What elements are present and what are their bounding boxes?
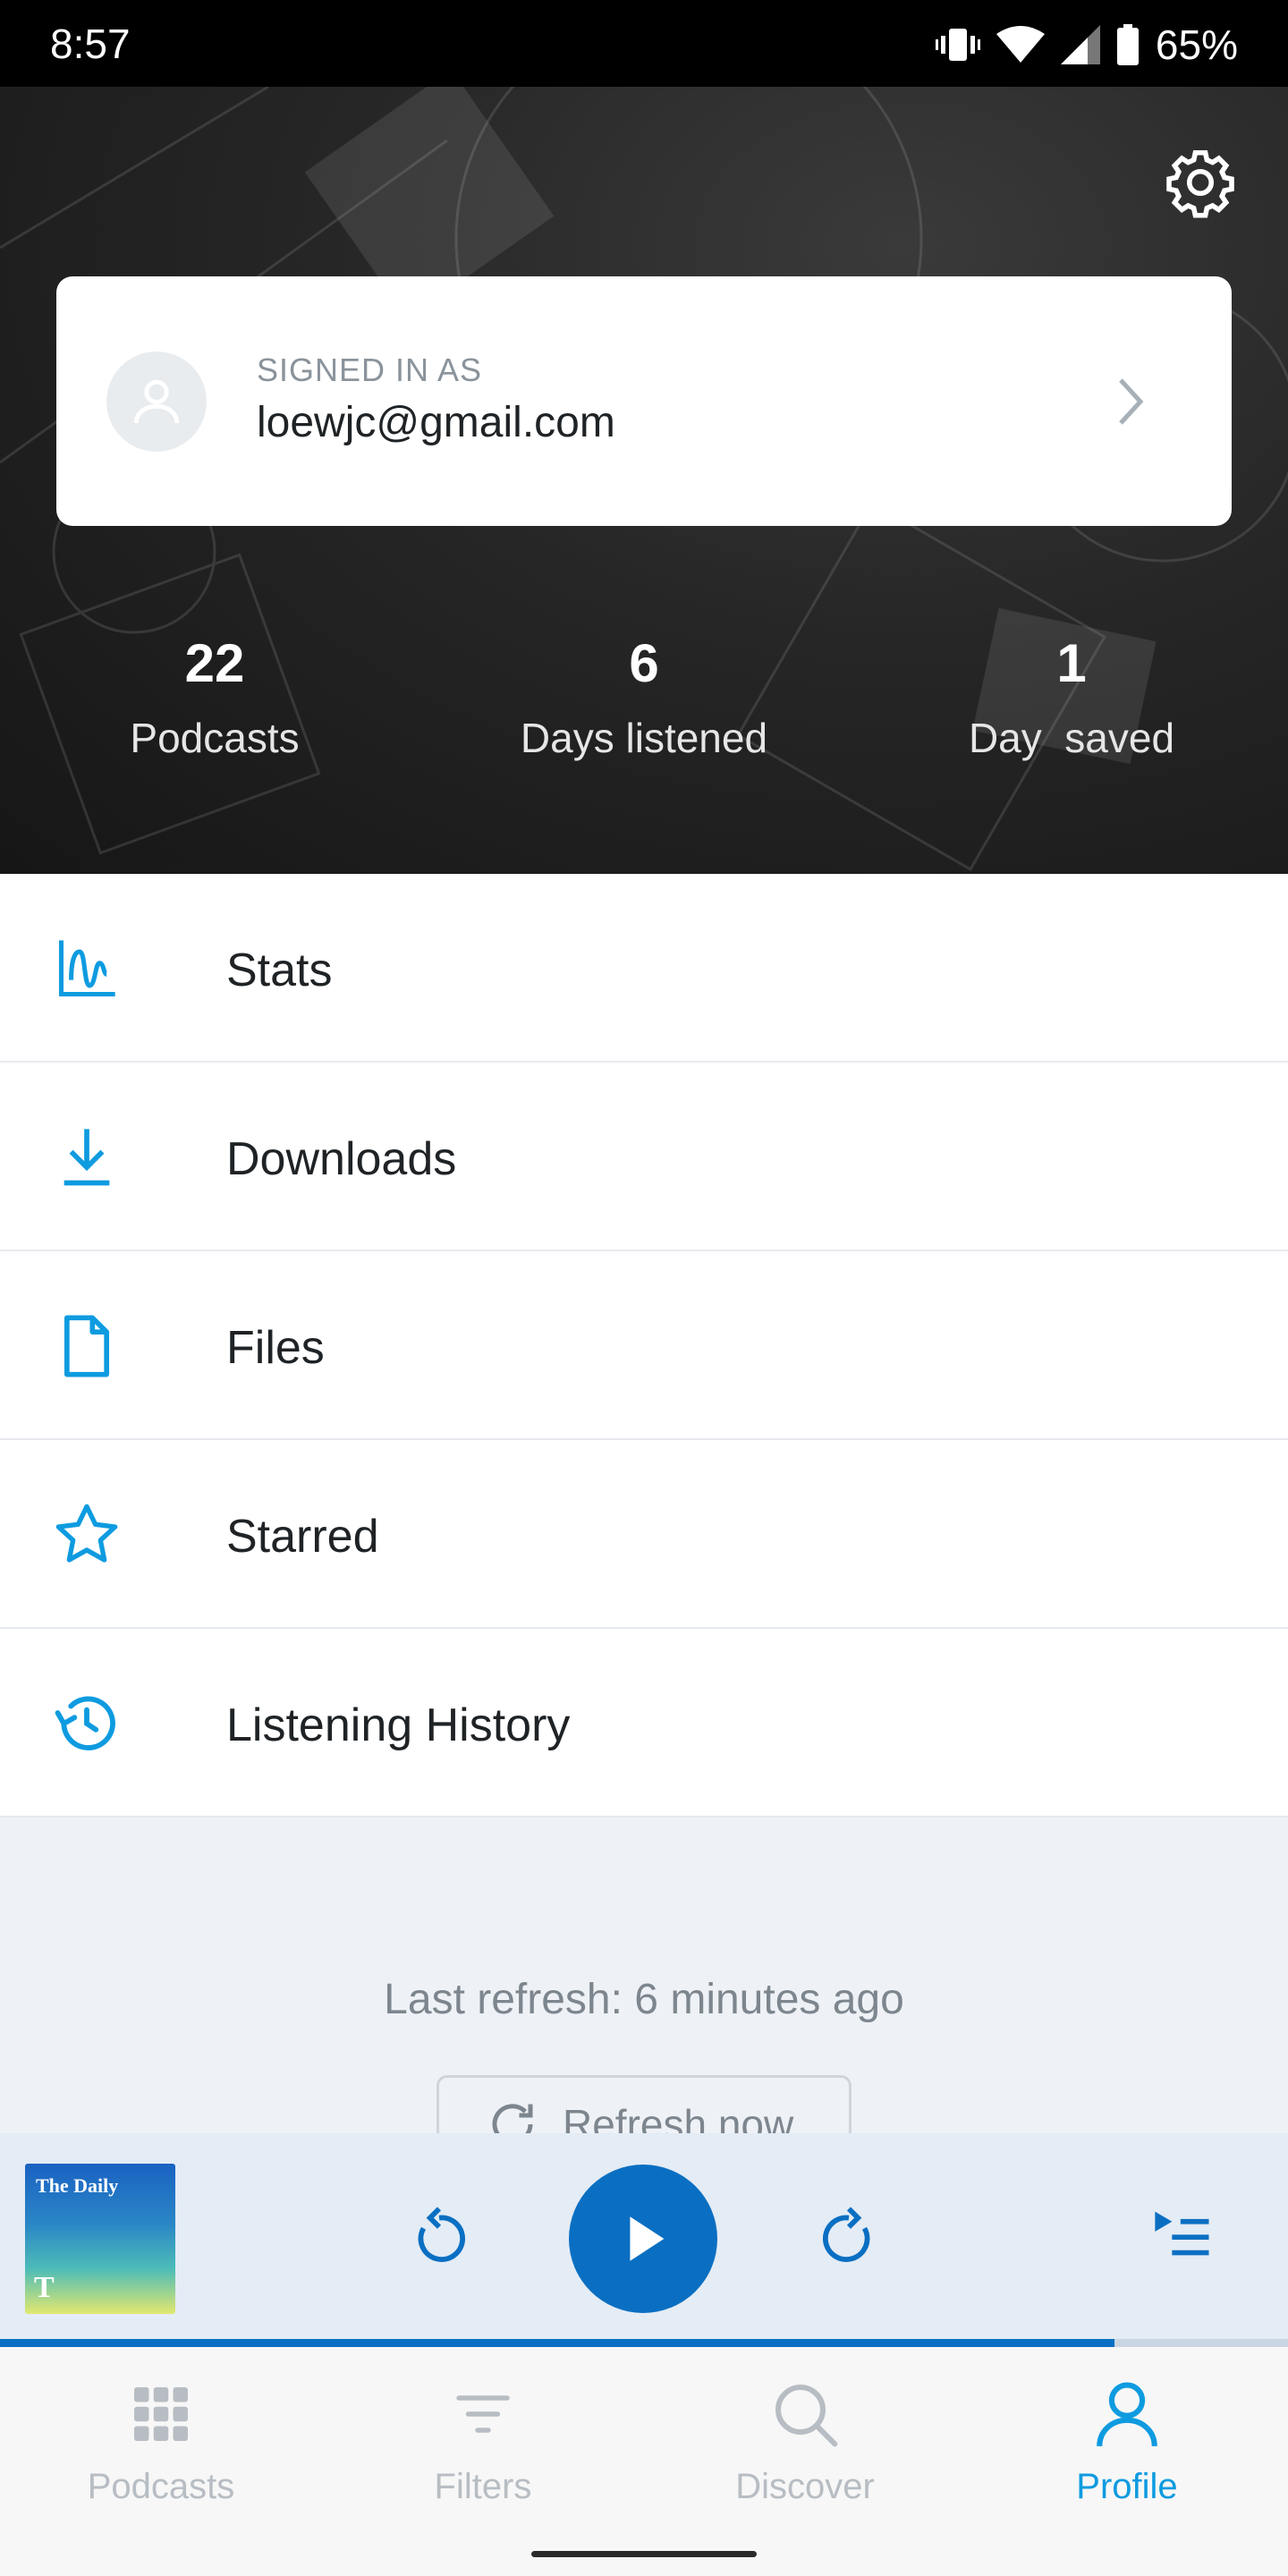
filter-icon bbox=[322, 2374, 644, 2454]
cell-signal-icon bbox=[1060, 25, 1100, 64]
podcast-cover[interactable]: The Daily T bbox=[25, 2164, 175, 2314]
status-bar: 8:57 65% bbox=[0, 0, 1288, 87]
tab-discover[interactable]: Discover bbox=[644, 2374, 966, 2535]
history-icon bbox=[50, 1687, 123, 1760]
menu-item-label: Files bbox=[226, 1322, 325, 1374]
account-email: loewjc@gmail.com bbox=[257, 399, 615, 446]
status-icons: 65% bbox=[935, 20, 1238, 70]
playback-progress-fill bbox=[0, 2339, 1114, 2347]
menu-item-starred[interactable]: Starred bbox=[0, 1440, 1288, 1629]
gear-icon bbox=[1166, 149, 1234, 218]
cover-title: The Daily bbox=[36, 2174, 119, 2197]
grid-icon bbox=[0, 2374, 322, 2454]
signed-in-label: SIGNED IN AS bbox=[257, 352, 483, 388]
battery-percent: 65% bbox=[1155, 21, 1238, 68]
menu-item-label: Downloads bbox=[226, 1133, 457, 1185]
bottom-navigation: Podcasts Filters Discover Profile bbox=[0, 2347, 1288, 2576]
up-next-button[interactable] bbox=[1143, 2194, 1224, 2275]
menu-item-files[interactable]: Files bbox=[0, 1251, 1288, 1440]
rewind-icon bbox=[418, 2207, 466, 2262]
menu-item-label: Starred bbox=[226, 1511, 379, 1563]
tab-filters[interactable]: Filters bbox=[322, 2374, 644, 2535]
last-refresh-text: Last refresh: 6 minutes ago bbox=[384, 1976, 904, 2023]
stat-label: Days listened bbox=[520, 715, 768, 761]
vibrate-icon bbox=[935, 29, 980, 61]
menu-item-label: Stats bbox=[226, 945, 333, 996]
tab-label: Podcasts bbox=[87, 2467, 235, 2506]
home-indicator bbox=[531, 2551, 757, 2557]
skip-forward-button[interactable] bbox=[809, 2196, 889, 2276]
stat-value: 22 bbox=[184, 633, 245, 693]
menu-item-downloads[interactable]: Downloads bbox=[0, 1063, 1288, 1251]
menu-item-label: Listening History bbox=[226, 1699, 571, 1751]
nyt-logo: T bbox=[34, 2271, 55, 2304]
tab-label: Discover bbox=[735, 2467, 875, 2506]
star-icon bbox=[50, 1498, 123, 1572]
avatar bbox=[106, 352, 207, 452]
stat-days-listened: 6 Days listened bbox=[456, 632, 832, 762]
download-icon bbox=[50, 1121, 123, 1194]
tab-label: Profile bbox=[1076, 2467, 1178, 2506]
wifi-icon bbox=[996, 26, 1045, 63]
stat-label: Podcasts bbox=[130, 715, 300, 761]
tab-profile[interactable]: Profile bbox=[966, 2374, 1288, 2535]
tab-podcasts[interactable]: Podcasts bbox=[0, 2374, 322, 2535]
mini-player: The Daily T bbox=[0, 2133, 1288, 2339]
tab-label: Filters bbox=[434, 2467, 532, 2506]
queue-icon bbox=[1155, 2211, 1209, 2256]
stat-value: 1 bbox=[1056, 633, 1087, 693]
profile-header: SIGNED IN AS loewjc@gmail.com 22 Podcast… bbox=[0, 87, 1288, 874]
settings-button[interactable] bbox=[1154, 136, 1247, 229]
search-icon bbox=[644, 2374, 966, 2454]
file-icon bbox=[50, 1309, 123, 1383]
play-button[interactable] bbox=[569, 2165, 717, 2313]
stat-podcasts: 22 Podcasts bbox=[27, 632, 402, 762]
stat-value: 6 bbox=[629, 633, 659, 693]
battery-icon bbox=[1116, 24, 1139, 65]
profile-icon bbox=[966, 2374, 1288, 2454]
stat-label: Day saved bbox=[968, 715, 1175, 761]
stat-days-saved: 1 Day saved bbox=[884, 632, 1259, 762]
skip-back-button[interactable] bbox=[399, 2196, 479, 2276]
fast-forward-icon bbox=[822, 2207, 870, 2262]
menu-item-stats[interactable]: Stats bbox=[0, 874, 1288, 1063]
play-icon bbox=[630, 2216, 665, 2261]
menu-item-listening-history[interactable]: Listening History bbox=[0, 1629, 1288, 1818]
playback-progress[interactable] bbox=[0, 2339, 1288, 2347]
status-time: 8:57 bbox=[50, 21, 131, 67]
stats-icon bbox=[50, 932, 123, 1005]
account-card[interactable]: SIGNED IN AS loewjc@gmail.com bbox=[56, 276, 1232, 526]
user-icon bbox=[133, 379, 180, 424]
chevron-right-icon bbox=[1119, 378, 1144, 425]
profile-menu: Stats Downloads Files Starred Listening … bbox=[0, 874, 1288, 1818]
